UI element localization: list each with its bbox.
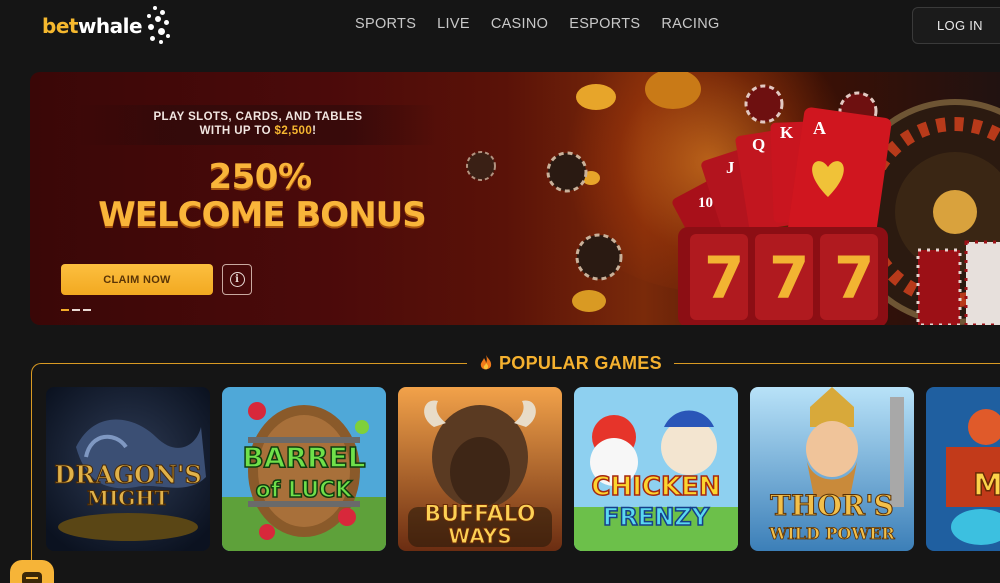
game-card-partial[interactable]: M — [926, 387, 1000, 551]
nav-racing[interactable]: RACING — [661, 16, 719, 32]
game-card-chicken-frenzy[interactable]: CHICKEN FRENZY — [574, 387, 738, 551]
welcome-bonus-banner[interactable]: 10 J Q K A 7 7 7 PLAY SLOTS, CARDS, AND … — [30, 72, 1000, 325]
svg-text:K: K — [780, 123, 794, 142]
chicken-frenzy-thumbnail: CHICKEN FRENZY — [574, 387, 738, 551]
nav-sports[interactable]: SPORTS — [355, 16, 416, 32]
chat-button[interactable] — [10, 560, 54, 583]
info-icon: i — [229, 272, 245, 287]
betwhale-logo[interactable]: bet whale — [42, 6, 172, 46]
chip-stack — [966, 242, 1000, 325]
carousel-indicators — [61, 309, 91, 311]
chat-icon — [22, 572, 42, 583]
carousel-dot[interactable] — [61, 309, 69, 311]
game-card-barrel-of-luck[interactable]: BARREL of LUCK — [222, 387, 386, 551]
gold-coin — [645, 72, 701, 109]
promo-text-line1: PLAY SLOTS, CARDS, AND TABLES — [153, 111, 363, 123]
poker-chip — [546, 151, 588, 193]
carousel-dot[interactable] — [72, 309, 80, 311]
partial-game-thumbnail: M — [926, 387, 1000, 551]
logo-spray-icon — [144, 6, 172, 46]
popular-games-header: POPULAR GAMES — [467, 350, 674, 376]
fire-icon — [480, 355, 492, 370]
svg-text:THOR'S: THOR'S — [770, 489, 894, 522]
claim-now-button[interactable]: CLAIM NOW — [61, 264, 213, 295]
nav-esports[interactable]: ESPORTS — [569, 16, 640, 32]
poker-chip — [466, 151, 496, 181]
game-card-dragons-might[interactable]: DRAGON'S MIGHT — [46, 387, 210, 551]
svg-text:10: 10 — [698, 195, 713, 211]
svg-text:7: 7 — [769, 244, 809, 312]
svg-text:CHICKEN: CHICKEN — [591, 472, 720, 502]
logo-text-whale: whale — [77, 14, 143, 38]
carousel-dot[interactable] — [83, 309, 91, 311]
buffalo-ways-thumbnail: BUFFALO WAYS — [398, 387, 562, 551]
promo-prefix: WITH UP TO — [199, 125, 275, 137]
svg-text:7: 7 — [704, 244, 744, 312]
info-button[interactable]: i — [222, 264, 252, 295]
promo-text-line2: WITH UP TO $2,500! — [78, 125, 438, 137]
svg-text:BARREL: BARREL — [242, 441, 365, 474]
svg-text:WILD POWER: WILD POWER — [768, 524, 895, 543]
promo-amount: $2,500 — [274, 125, 313, 137]
nav-live[interactable]: LIVE — [437, 16, 470, 32]
login-button[interactable]: LOG IN — [912, 7, 1000, 44]
svg-text:7: 7 — [834, 244, 874, 312]
svg-text:WAYS: WAYS — [448, 524, 512, 548]
svg-text:DRAGON'S: DRAGON'S — [54, 460, 201, 489]
barrel-of-luck-thumbnail: BARREL of LUCK — [222, 387, 386, 551]
svg-text:A: A — [813, 118, 826, 138]
svg-text:of LUCK: of LUCK — [256, 478, 354, 503]
bonus-title: WELCOME BONUS — [98, 195, 427, 235]
game-card-buffalo-ways[interactable]: BUFFALO WAYS — [398, 387, 562, 551]
svg-text:M: M — [973, 468, 1000, 503]
chip-stack — [918, 250, 960, 325]
main-nav: SPORTS LIVE CASINO ESPORTS RACING — [355, 16, 720, 32]
top-header: bet whale SPORTS LIVE CASINO ESPORTS RAC… — [0, 0, 1000, 54]
svg-text:J: J — [726, 158, 735, 177]
promo-suffix: ! — [312, 125, 317, 137]
svg-text:FRENZY: FRENZY — [603, 503, 710, 531]
casino-artwork: 10 J Q K A 7 7 7 — [466, 72, 1000, 325]
bonus-percent: 250% — [208, 157, 312, 197]
thors-wild-power-thumbnail: THOR'S WILD POWER — [750, 387, 914, 551]
dragons-might-thumbnail: DRAGON'S MIGHT — [46, 387, 210, 551]
gold-coin — [576, 84, 616, 110]
poker-chip — [744, 84, 784, 124]
nav-casino[interactable]: CASINO — [491, 16, 548, 32]
gold-coin — [572, 290, 606, 312]
logo-text-bet: bet — [42, 14, 78, 38]
poker-chip — [575, 233, 623, 281]
popular-games-title: POPULAR GAMES — [499, 352, 662, 373]
game-card-thors-wild-power[interactable]: THOR'S WILD POWER — [750, 387, 914, 551]
svg-text:MIGHT: MIGHT — [87, 486, 169, 510]
slot-reels: 7 7 7 — [678, 227, 888, 325]
svg-text:Q: Q — [752, 135, 765, 154]
